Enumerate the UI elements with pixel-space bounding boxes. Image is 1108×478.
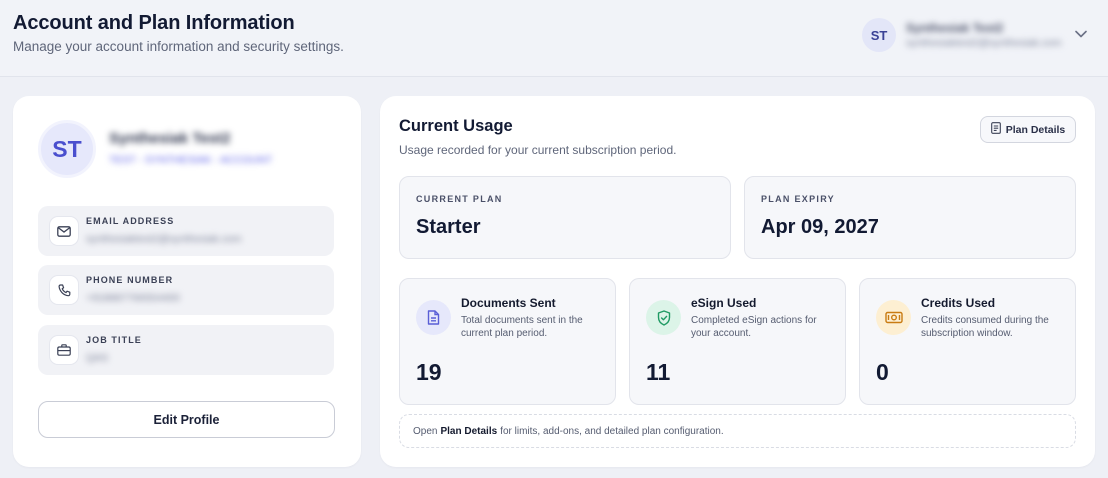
current-plan-value: Starter	[416, 216, 481, 238]
page-header: Account and Plan Information Manage your…	[0, 0, 1108, 77]
documents-sent-value: 19	[416, 359, 442, 385]
page-title: Account and Plan Information	[13, 12, 295, 34]
phone-icon	[50, 276, 78, 304]
shield-check-icon	[646, 300, 681, 335]
briefcase-icon	[50, 336, 78, 364]
esign-used-box: eSign Used Completed eSign actions for y…	[629, 278, 846, 405]
credits-used-value: 0	[876, 359, 889, 385]
usage-subtitle: Usage recorded for your current subscrip…	[399, 143, 677, 157]
documents-sent-title: Documents Sent	[461, 296, 556, 310]
profile-avatar: ST	[38, 120, 96, 178]
usage-title: Current Usage	[399, 117, 513, 135]
documents-sent-box: Documents Sent Total documents sent in t…	[399, 278, 616, 405]
credits-used-description: Credits consumed during the subscription…	[921, 315, 1049, 339]
edit-profile-button[interactable]: Edit Profile	[38, 401, 335, 438]
mail-icon	[50, 217, 78, 245]
phone-label: PHONE NUMBER	[86, 275, 174, 285]
document-list-icon	[990, 122, 1001, 137]
document-icon	[416, 300, 451, 335]
plan-details-label: Plan Details	[1005, 123, 1066, 136]
esign-used-title: eSign Used	[691, 296, 757, 310]
phone-value: +918887766554400	[86, 292, 180, 304]
credits-used-box: Credits Used Credits consumed during the…	[859, 278, 1076, 405]
current-plan-box: CURRENT PLAN Starter	[399, 176, 731, 259]
plan-details-note: Open Plan Details for limits, add-ons, a…	[399, 414, 1076, 448]
email-value: synthesiaktest2@synthesiak.com	[86, 233, 242, 245]
money-icon	[876, 300, 911, 335]
plan-expiry-value: Apr 09, 2027	[761, 216, 879, 238]
avatar: ST	[862, 18, 896, 52]
esign-used-description: Completed eSign actions for your account…	[691, 315, 817, 339]
user-name: Synthesiak Test2	[906, 21, 1004, 35]
page-subtitle: Manage your account information and secu…	[13, 39, 344, 54]
job-title-label: JOB TITLE	[86, 335, 142, 345]
esign-used-value: 11	[646, 359, 671, 385]
job-title-value: QAS	[86, 352, 109, 364]
plan-details-button[interactable]: Plan Details	[980, 116, 1076, 143]
email-row: EMAIL ADDRESS synthesiaktest2@synthesiak…	[38, 206, 334, 256]
documents-sent-description: Total documents sent in the current plan…	[461, 315, 583, 339]
plan-details-link[interactable]: Plan Details	[440, 426, 497, 437]
usage-card: Current Usage Usage recorded for your cu…	[380, 96, 1095, 467]
note-suffix: for limits, add-ons, and detailed plan c…	[500, 425, 724, 437]
user-menu[interactable]: ST Synthesiak Test2 synthesiaktest2@synt…	[862, 17, 1097, 53]
profile-role: TEST - SYNTHESIAK - ACCOUNT	[109, 154, 273, 166]
current-plan-label: CURRENT PLAN	[416, 194, 503, 204]
phone-row: PHONE NUMBER +918887766554400	[38, 265, 334, 315]
credits-used-title: Credits Used	[921, 296, 996, 310]
job-title-row: JOB TITLE QAS	[38, 325, 334, 375]
profile-card: ST Synthesiak Test2 TEST - SYNTHESIAK - …	[13, 96, 361, 467]
user-email: synthesiaktest2@synthesiak.com	[906, 37, 1062, 49]
profile-name: Synthesiak Test2	[109, 130, 231, 147]
email-label: EMAIL ADDRESS	[86, 216, 175, 226]
chevron-down-icon[interactable]	[1073, 26, 1089, 42]
plan-expiry-label: PLAN EXPIRY	[761, 194, 835, 204]
note-prefix: Open	[413, 425, 438, 437]
plan-expiry-box: PLAN EXPIRY Apr 09, 2027	[744, 176, 1076, 259]
